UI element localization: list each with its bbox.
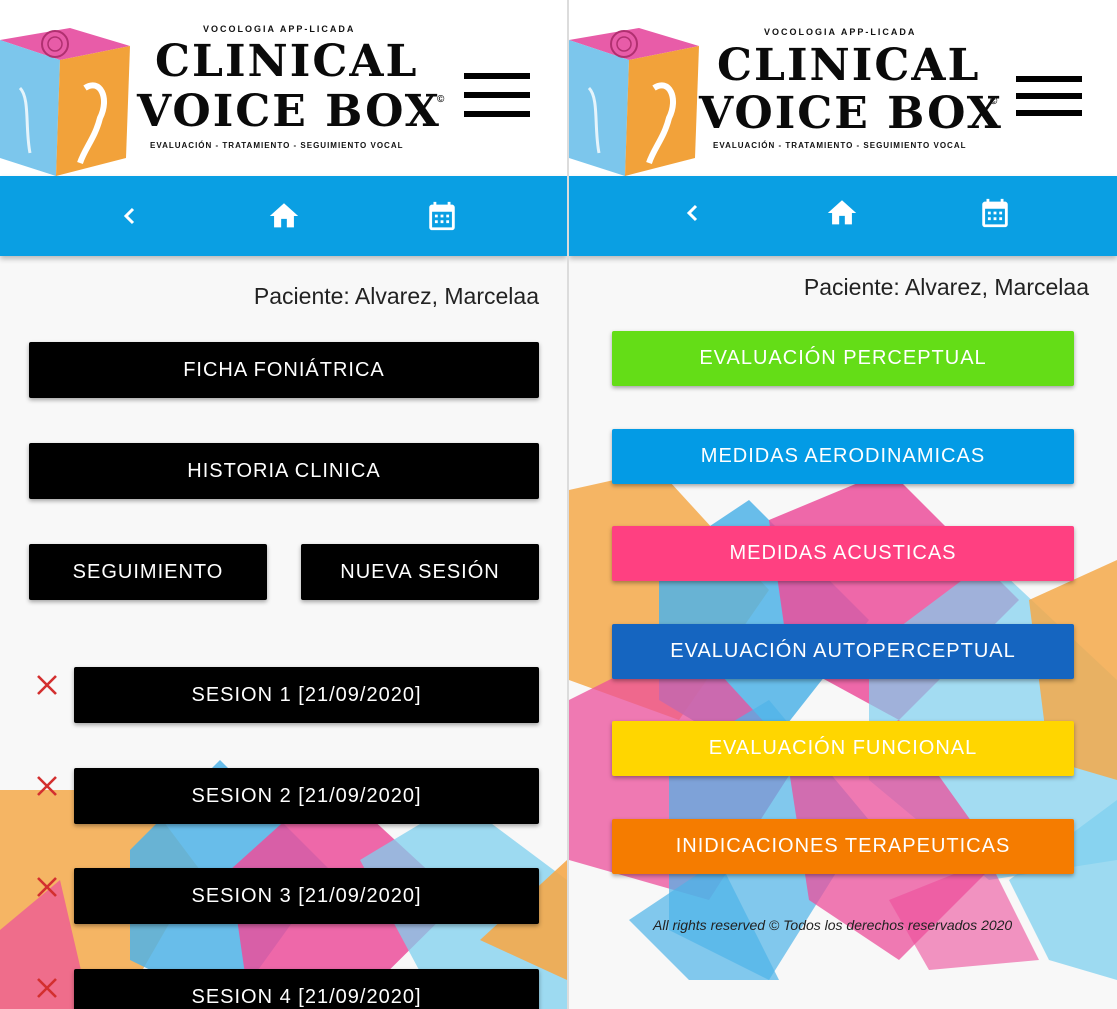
brand-title-line1: CLINICAL [155,36,419,87]
brand-top-text: VOCOLOGIA APP-LICADA [203,24,356,34]
seguimiento-button[interactable]: SEGUIMIENTO [29,544,267,600]
historia-clinica-button[interactable]: HISTORIA CLINICA [29,443,539,499]
patient-name: Paciente: Alvarez, Marcelaa [253,283,539,309]
calendar-icon[interactable] [422,196,462,236]
calendar-icon[interactable] [975,193,1015,233]
menu-hamburger-icon[interactable] [464,73,530,117]
brand-title-line2: VOICE BOX [699,88,1003,139]
close-icon[interactable] [35,976,59,1000]
evaluacion-autoperceptual-button[interactable]: EVALUACIÓN AUTOPERCEPTUAL [612,624,1074,679]
medidas-acusticas-button[interactable]: MEDIDAS ACUSTICAS [612,526,1074,581]
brand-title-line2: VOICE BOX [137,86,441,137]
logo-cube-icon [569,28,699,176]
patient-name: Paciente: Alvarez, Marcelaa [803,274,1089,300]
evaluacion-funcional-button[interactable]: EVALUACIÓN FUNCIONAL [612,721,1074,776]
medidas-aerodinamicas-button[interactable]: MEDIDAS AERODINAMICAS [612,429,1074,484]
app-header: VOCOLOGIA APP-LICADA CLINICAL VOICE BOX … [0,0,567,176]
nav-bar [569,176,1117,256]
left-screen: VOCOLOGIA APP-LICADA CLINICAL VOICE BOX … [0,0,567,1009]
indicaciones-terapeuticas-button[interactable]: INIDICACIONES TERAPEUTICAS [612,819,1074,874]
session-3-button[interactable]: SESION 3 [21/09/2020] [74,868,539,924]
session-2-button[interactable]: SESION 2 [21/09/2020] [74,768,539,824]
brand-subtitle: EVALUACIÓN - TRATAMIENTO - SEGUIMIENTO V… [150,141,404,150]
home-icon[interactable] [264,196,304,236]
logo-cube-icon [0,28,130,176]
brand-top-text: VOCOLOGIA APP-LICADA [764,27,917,37]
ficha-foniatrica-button[interactable]: FICHA FONIÁTRICA [29,342,539,398]
copyright-mark: © [990,96,998,107]
nav-bar [0,176,567,256]
nueva-sesion-button[interactable]: NUEVA SESIÓN [301,544,539,600]
close-icon[interactable] [35,673,59,697]
evaluacion-perceptual-button[interactable]: EVALUACIÓN PERCEPTUAL [612,331,1074,386]
brand-title-line1: CLINICAL [717,40,981,91]
copyright-mark: © [437,94,445,105]
footer-copyright: All rights reserved © Todos los derechos… [653,917,1013,933]
brand-subtitle: EVALUACIÓN - TRATAMIENTO - SEGUIMIENTO V… [713,141,967,150]
close-icon[interactable] [35,774,59,798]
session-4-button[interactable]: SESION 4 [21/09/2020] [74,969,539,1009]
right-screen: VOCOLOGIA APP-LICADA CLINICAL VOICE BOX … [569,0,1117,1009]
chevron-left-icon[interactable] [673,193,713,233]
menu-hamburger-icon[interactable] [1016,76,1082,120]
app-header: VOCOLOGIA APP-LICADA CLINICAL VOICE BOX … [569,0,1117,176]
session-1-button[interactable]: SESION 1 [21/09/2020] [74,667,539,723]
close-icon[interactable] [35,875,59,899]
chevron-left-icon[interactable] [110,196,150,236]
home-icon[interactable] [822,193,862,233]
